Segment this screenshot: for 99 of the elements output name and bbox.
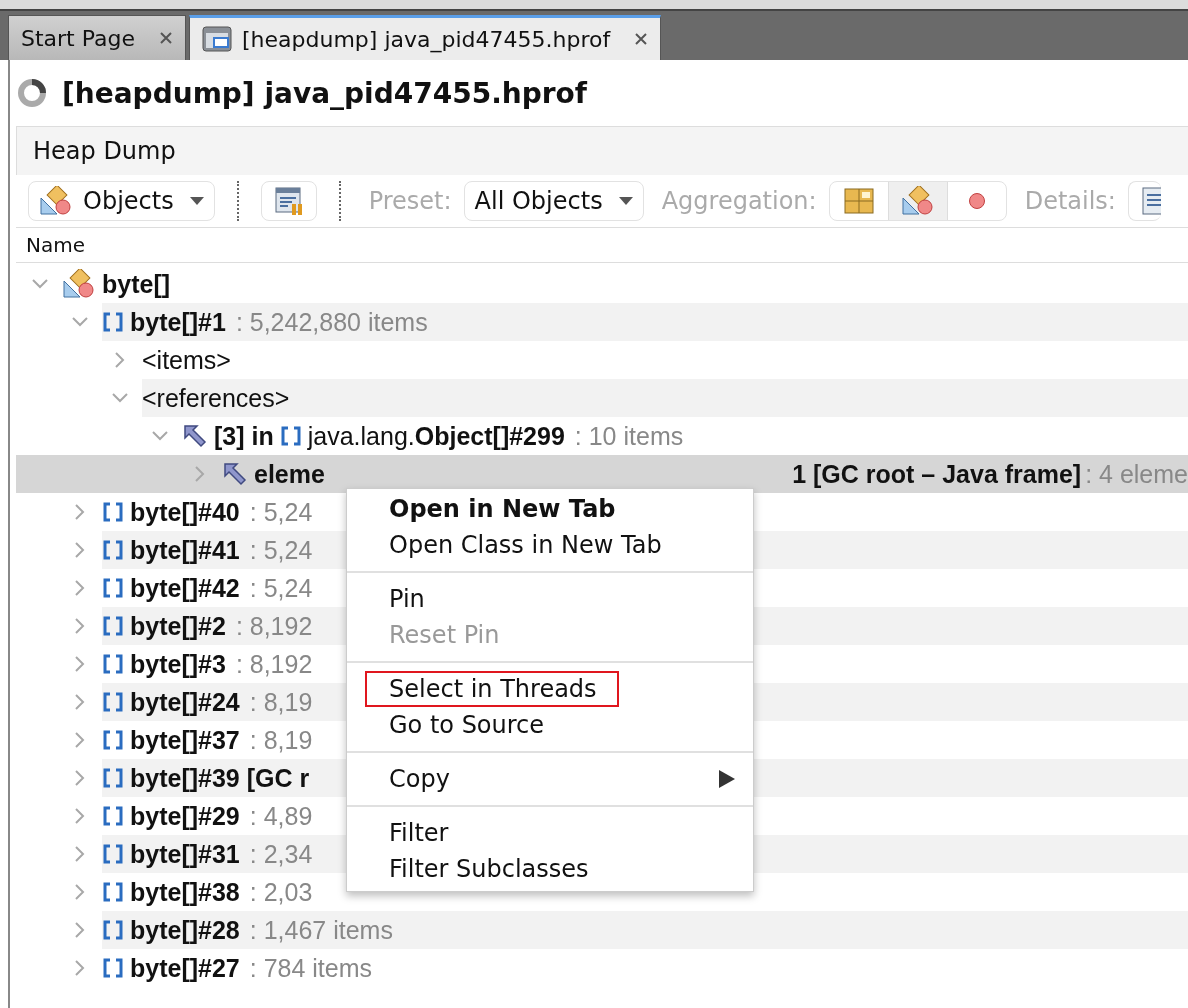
brackets-icon — [102, 577, 124, 599]
brackets-icon — [102, 767, 124, 789]
spinner-icon — [16, 77, 48, 109]
aggregation-toggle[interactable] — [887, 182, 948, 220]
tree-row[interactable]: eleme — [222, 455, 325, 493]
node-detail: : 4 eleme — [1085, 459, 1188, 489]
shapes-icon — [62, 269, 96, 299]
node-name: byte[]#1 — [130, 307, 226, 337]
node-name: byte[] — [102, 269, 171, 299]
shapes-icon — [900, 186, 935, 216]
brackets-icon — [102, 881, 124, 903]
tree-row[interactable]: byte[]#31 : 2,34 — [102, 835, 313, 873]
tree-row[interactable]: byte[]#40 : 5,24 — [102, 493, 313, 531]
brackets-icon — [279, 425, 302, 447]
tree-row[interactable]: byte[]#38 : 2,03 — [102, 873, 313, 911]
node-name: byte[]#3 — [130, 649, 226, 679]
node-name: byte[]#28 — [130, 915, 240, 945]
node-detail: : 5,24 — [249, 535, 313, 565]
node-target: java.lang.Object[]#299 — [307, 421, 565, 451]
node-detail: : 4,89 — [249, 801, 313, 831]
node-detail: : 2,03 — [249, 877, 313, 907]
node-name: 1 [GC root – Java frame] — [792, 459, 1082, 489]
node-detail: : 5,24 — [249, 497, 313, 527]
tree-row[interactable]: byte[]#29 : 4,89 — [102, 797, 313, 835]
brackets-icon — [102, 615, 124, 637]
node-detail: : 8,192 — [235, 611, 313, 641]
node-name: byte[]#39 [GC r — [130, 763, 310, 793]
node-name: byte[]#40 — [130, 497, 240, 527]
menu-item[interactable]: Open in New Tab — [347, 491, 753, 527]
node-name: byte[]#27 — [130, 953, 240, 983]
node-detail: : 8,192 — [235, 649, 313, 679]
tree-row[interactable]: [3] in java.lang.Object[]#299 : 10 items — [182, 417, 684, 455]
preset-label: Preset: — [368, 187, 452, 215]
brackets-icon — [102, 957, 124, 979]
tree-row[interactable]: byte[]#2 : 8,192 — [102, 607, 313, 645]
editor-tab[interactable]: [heapdump] java_pid47455.hprof — [189, 15, 662, 60]
brackets-icon — [102, 691, 124, 713]
arrow-icon — [182, 423, 208, 449]
node-name: byte[]#38 — [130, 877, 240, 907]
node-detail: : 5,242,880 items — [235, 307, 428, 337]
tree-row[interactable]: byte[]#27 : 784 items — [102, 949, 373, 987]
menu-item[interactable]: Go to Source — [347, 707, 753, 743]
details-label: Details: — [1024, 187, 1116, 215]
brackets-icon — [102, 919, 124, 941]
list-icon — [1140, 186, 1161, 216]
menu-item[interactable]: Filter Subclasses — [347, 851, 753, 887]
column-header[interactable]: Name — [26, 233, 85, 257]
caret-icon — [189, 197, 204, 205]
menu-item[interactable]: Copy — [347, 761, 753, 797]
editor-tab[interactable]: Start Page — [8, 15, 186, 60]
node-detail: : 8,19 — [249, 687, 313, 717]
menu-item[interactable]: Open Class in New Tab — [347, 527, 753, 563]
section-header: Heap Dump — [16, 126, 1188, 175]
document-icon — [202, 25, 232, 53]
node-name: byte[]#42 — [130, 573, 240, 603]
node-detail: : 10 items — [574, 421, 684, 451]
arrow-icon — [222, 461, 248, 487]
node-name: byte[]#24 — [130, 687, 240, 717]
node-name: byte[]#37 — [130, 725, 240, 755]
tree-row[interactable]: byte[]#3 : 8,192 — [102, 645, 313, 683]
node-name: eleme — [254, 459, 325, 489]
caret-icon — [618, 197, 633, 205]
tree-row[interactable]: byte[]#41 : 5,24 — [102, 531, 313, 569]
brackets-icon — [102, 843, 124, 865]
node-detail: : 5,24 — [249, 573, 313, 603]
tree-row[interactable]: byte[]#24 : 8,19 — [102, 683, 313, 721]
report-icon — [273, 186, 304, 216]
brackets-icon — [102, 729, 124, 751]
node-name: byte[]#41 — [130, 535, 240, 565]
brackets-icon — [102, 653, 124, 675]
preset-dropdown[interactable]: All Objects — [463, 181, 644, 221]
menu-item[interactable]: Pin — [347, 581, 753, 617]
close-icon[interactable] — [634, 32, 649, 46]
tree-row[interactable]: byte[] — [62, 265, 171, 303]
node-name: byte[]#29 — [130, 801, 240, 831]
shapes-icon — [39, 186, 73, 216]
node-detail: : 2,34 — [249, 839, 313, 869]
node-detail: : 8,19 — [249, 725, 313, 755]
node-detail: : 1,467 items — [249, 915, 393, 945]
report-button[interactable] — [260, 181, 317, 221]
brackets-icon — [102, 805, 124, 827]
brackets-icon — [102, 501, 124, 523]
aggregation-label: Aggregation: — [661, 187, 817, 215]
node-detail: : 784 items — [249, 953, 373, 983]
brackets-icon — [102, 539, 124, 561]
tree-row[interactable]: byte[]#37 : 8,19 — [102, 721, 313, 759]
node-name: [3] in — [214, 421, 274, 451]
node-name: byte[]#31 — [130, 839, 240, 869]
tree-row[interactable]: byte[]#42 : 5,24 — [102, 569, 313, 607]
node-name: byte[]#2 — [130, 611, 226, 641]
circle-icon — [967, 192, 986, 210]
grid-icon — [843, 188, 874, 214]
menu-item[interactable]: Filter — [347, 815, 753, 851]
tree-row[interactable]: byte[]#39 [GC r — [102, 759, 310, 797]
close-icon[interactable] — [159, 31, 173, 45]
document-title: [heapdump] java_pid47455.hprof — [62, 76, 587, 110]
details-button[interactable] — [1127, 181, 1161, 221]
brackets-icon — [102, 311, 124, 333]
view-dropdown[interactable]: Objects — [28, 181, 215, 221]
